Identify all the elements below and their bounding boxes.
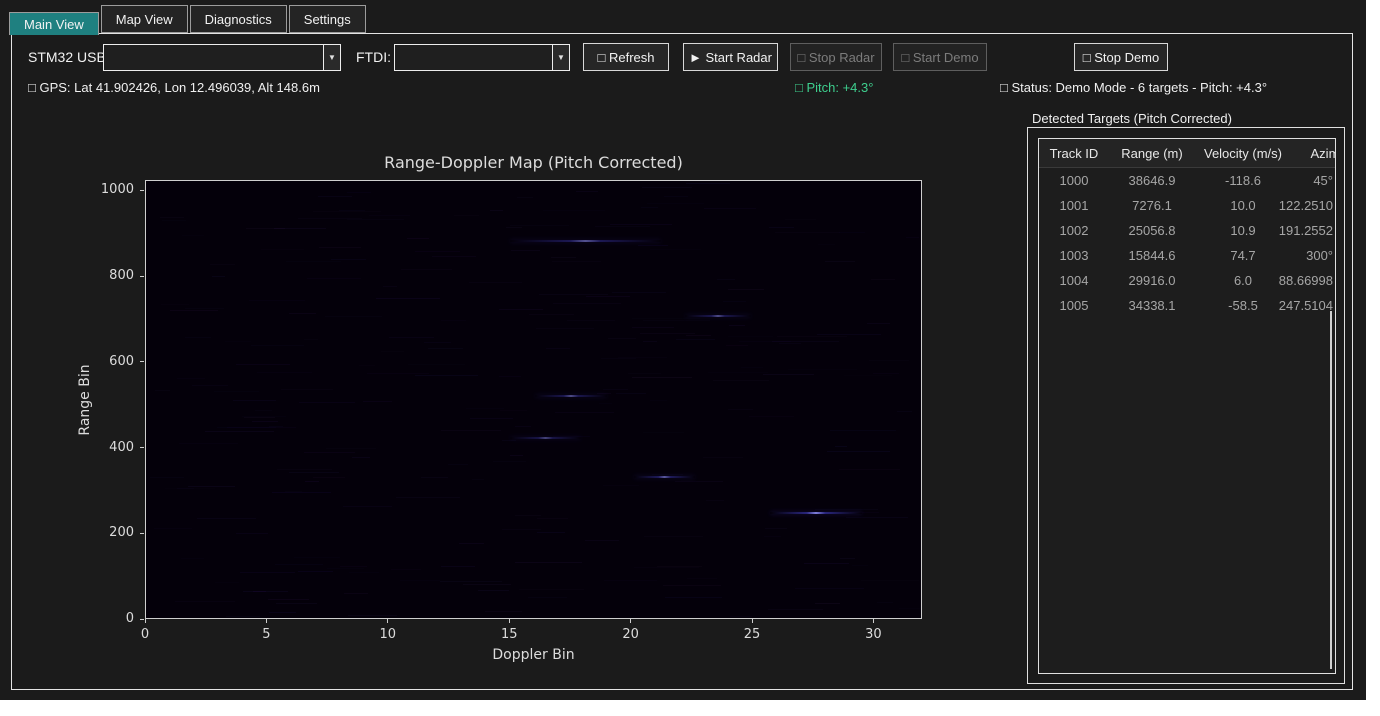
- chart-title: Range-Doppler Map (Pitch Corrected): [145, 153, 922, 172]
- table-row[interactable]: 100225056.810.9191.2552: [1039, 218, 1336, 243]
- target-return-streak: [634, 476, 695, 478]
- y-tick-mark: [140, 447, 144, 448]
- stm32-port-value: [104, 45, 323, 70]
- cell: 38646.9: [1109, 173, 1195, 188]
- x-tick-label: 15: [489, 627, 529, 642]
- x-tick-label: 20: [611, 627, 651, 642]
- dropdown-arrow-icon[interactable]: ▼: [323, 45, 340, 70]
- tab-bar: Main ViewMap ViewDiagnosticsSettings: [9, 5, 368, 35]
- cell: 74.7: [1195, 248, 1291, 263]
- x-tick-mark: [145, 619, 146, 623]
- cell: 247.5104: [1279, 298, 1333, 313]
- table-scrollbar[interactable]: [1330, 311, 1332, 669]
- targets-group-title: Detected Targets (Pitch Corrected): [1032, 111, 1232, 126]
- cell: 1004: [1039, 273, 1109, 288]
- cell: 7276.1: [1109, 198, 1195, 213]
- table-row[interactable]: 100315844.674.7 300°: [1039, 243, 1336, 268]
- x-tick-mark: [873, 619, 874, 623]
- cell: 6.0: [1195, 273, 1291, 288]
- tab-map-view[interactable]: Map View: [101, 5, 188, 33]
- target-return-streak: [510, 437, 580, 439]
- cell: 25056.8: [1109, 223, 1195, 238]
- y-tick-label: 400: [90, 440, 134, 455]
- cell: 45°: [1313, 173, 1333, 188]
- cell: 122.2510: [1279, 198, 1333, 213]
- column-header-track-id[interactable]: Track ID: [1039, 139, 1109, 167]
- cell: 1002: [1039, 223, 1109, 238]
- demo-status-text: □ Status: Demo Mode - 6 targets - Pitch:…: [1000, 80, 1267, 95]
- pitch-indicator: □ Pitch: +4.3°: [795, 80, 873, 95]
- y-tick-label: 600: [90, 354, 134, 369]
- heatmap-plot-area: [145, 180, 922, 619]
- stm32-port-select[interactable]: ▼: [103, 44, 341, 71]
- table-row[interactable]: 100534338.1-58.5247.5104: [1039, 293, 1336, 318]
- targets-table[interactable]: Track IDRange (m)Velocity (m/s)Azimuth 1…: [1038, 138, 1336, 674]
- y-tick-mark: [140, 619, 144, 620]
- y-tick-mark: [140, 190, 144, 191]
- stop-demo-button[interactable]: □ Stop Demo: [1074, 43, 1168, 71]
- x-tick-mark: [509, 619, 510, 623]
- table-row[interactable]: 10017276.110.0122.2510: [1039, 193, 1336, 218]
- target-return-streak: [770, 512, 862, 514]
- heatmap-canvas: [146, 181, 921, 618]
- tab-diagnostics[interactable]: Diagnostics: [190, 5, 287, 33]
- cell: 15844.6: [1109, 248, 1195, 263]
- app-window: Main ViewMap ViewDiagnosticsSettings STM…: [0, 0, 1366, 700]
- y-tick-label: 200: [90, 525, 134, 540]
- x-tick-mark: [752, 619, 753, 623]
- x-tick-label: 25: [732, 627, 772, 642]
- start-demo-button[interactable]: □ Start Demo: [893, 43, 987, 71]
- targets-table-body: 100038646.9-118.6 45° 10017276.110.0122.25…: [1039, 168, 1336, 318]
- column-header-velocity-m-s[interactable]: Velocity (m/s): [1195, 139, 1291, 167]
- tab-main-view[interactable]: Main View: [9, 12, 99, 35]
- cell: 1005: [1039, 298, 1109, 313]
- refresh-button[interactable]: □ Refresh: [583, 43, 669, 71]
- ftdi-port-value: [395, 45, 552, 70]
- gps-status-text: □ GPS: Lat 41.902426, Lon 12.496039, Alt…: [28, 80, 320, 95]
- cell: -58.5: [1195, 298, 1291, 313]
- cell: 34338.1: [1109, 298, 1195, 313]
- y-tick-mark: [140, 276, 144, 277]
- cell: -118.6: [1195, 173, 1291, 188]
- x-tick-mark: [630, 619, 631, 623]
- x-tick-label: 10: [368, 627, 408, 642]
- cell: 1001: [1039, 198, 1109, 213]
- cell: 300°: [1306, 248, 1333, 263]
- column-header-range-m[interactable]: Range (m): [1109, 139, 1195, 167]
- table-row[interactable]: 100429916.06.088.66998: [1039, 268, 1336, 293]
- x-tick-mark: [387, 619, 388, 623]
- y-tick-mark: [140, 533, 144, 534]
- cell: 88.66998: [1279, 273, 1333, 288]
- cell: 29916.0: [1109, 273, 1195, 288]
- x-tick-label: 30: [853, 627, 893, 642]
- cell: 10.0: [1195, 198, 1291, 213]
- stm32-usb-label: STM32 USB:: [28, 49, 110, 65]
- x-axis-label: Doppler Bin: [145, 647, 922, 663]
- cell: 1003: [1039, 248, 1109, 263]
- targets-table-header: Track IDRange (m)Velocity (m/s)Azimuth: [1039, 139, 1336, 168]
- y-tick-label: 1000: [90, 182, 134, 197]
- x-tick-label: 0: [125, 627, 165, 642]
- y-tick-label: 0: [90, 611, 134, 626]
- x-tick-mark: [266, 619, 267, 623]
- target-return-streak: [510, 240, 661, 242]
- y-axis-label: Range Bin: [77, 364, 93, 435]
- y-tick-mark: [140, 361, 144, 362]
- target-return-streak: [685, 315, 751, 317]
- stop-radar-button[interactable]: □ Stop Radar: [790, 43, 882, 71]
- ftdi-port-select[interactable]: ▼: [394, 44, 570, 71]
- ftdi-label: FTDI:: [356, 49, 391, 65]
- cell: 1000: [1039, 173, 1109, 188]
- cell: 10.9: [1195, 223, 1291, 238]
- start-radar-button[interactable]: ► Start Radar: [683, 43, 778, 71]
- y-tick-label: 800: [90, 268, 134, 283]
- column-header-azimuth[interactable]: Azimuth: [1291, 139, 1336, 167]
- x-tick-label: 5: [246, 627, 286, 642]
- table-row[interactable]: 100038646.9-118.6 45°: [1039, 168, 1336, 193]
- tab-settings[interactable]: Settings: [289, 5, 366, 33]
- cell: 191.2552: [1279, 223, 1333, 238]
- target-return-streak: [535, 395, 608, 397]
- dropdown-arrow-icon[interactable]: ▼: [552, 45, 569, 70]
